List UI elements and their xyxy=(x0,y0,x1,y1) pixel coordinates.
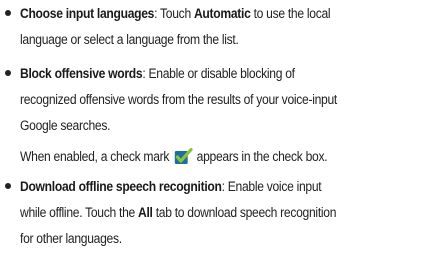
note-text-after: appears in the check box. xyxy=(196,148,328,164)
item-3-line-2: while offline. Touch the All tab to down… xyxy=(20,201,336,223)
item-2-note: When enabled, a check mark appears in th… xyxy=(20,145,328,167)
item-2-text-1: : Enable or disable blocking of xyxy=(142,65,295,81)
item-3-text-a: while offline. Touch the xyxy=(20,204,139,220)
note-text-before: When enabled, a check mark xyxy=(20,148,170,164)
bullet-2 xyxy=(5,70,11,76)
bullet-3 xyxy=(5,183,11,189)
item-2-title: Block offensive words xyxy=(20,65,143,81)
item-3-line-3: for other languages. xyxy=(20,230,122,246)
item-1-text-c: to use the local xyxy=(250,5,331,21)
item-1-line-2: language or select a language from the l… xyxy=(20,31,239,47)
item-3-text-c: tab to download speech recognition xyxy=(152,204,337,220)
item-1-text-a: : Touch xyxy=(154,5,194,21)
automatic-label: Automatic xyxy=(193,5,251,21)
item-1-line-1: Choose input languages: Touch Automatic … xyxy=(20,2,331,24)
check-mark-icon xyxy=(173,148,193,165)
item-2-line-3: Google searches. xyxy=(20,117,111,133)
item-3-title: Download offline speech recognition xyxy=(20,178,222,194)
document-page: Choose input languages: Touch Automatic … xyxy=(0,0,439,262)
item-2-line-1: Block offensive words: Enable or disable… xyxy=(20,62,295,84)
bullet-1 xyxy=(5,10,11,16)
item-3-text-1: : Enable voice input xyxy=(221,178,322,194)
all-tab-label: All xyxy=(138,204,153,220)
item-1-title: Choose input languages xyxy=(20,5,155,21)
item-3-line-1: Download offline speech recognition: Ena… xyxy=(20,175,322,197)
item-2-line-2: recognized offensive words from the resu… xyxy=(20,91,337,107)
